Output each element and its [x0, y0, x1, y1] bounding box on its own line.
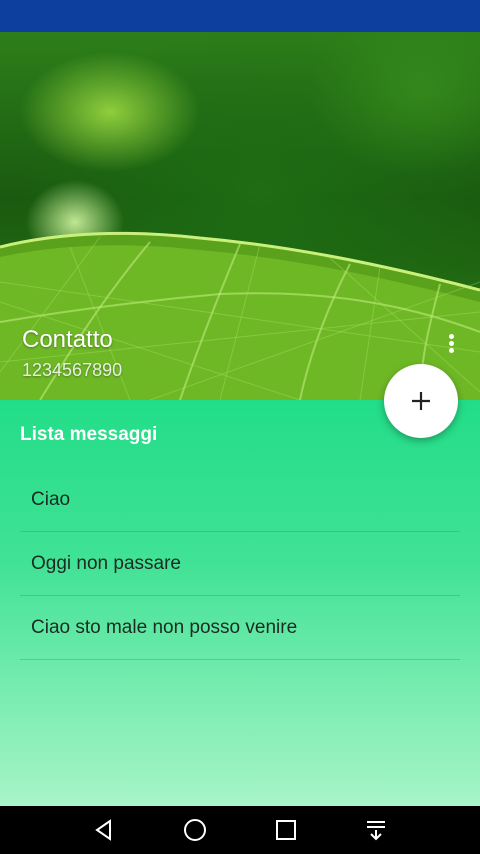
list-item[interactable]: Ciao [20, 468, 460, 532]
list-item[interactable]: Oggi non passare [20, 532, 460, 596]
section-title: Lista messaggi [20, 424, 158, 445]
back-triangle-icon[interactable] [92, 818, 116, 842]
message-list: Ciao Oggi non passare Ciao sto male non … [20, 468, 460, 660]
plus-icon [412, 392, 430, 410]
contact-header: Contatto 1234567890 [0, 32, 480, 400]
add-message-button[interactable] [384, 364, 458, 438]
more-vert-icon[interactable] [440, 332, 462, 358]
message-text: Ciao [31, 488, 71, 510]
message-text: Oggi non passare [31, 552, 181, 574]
messages-section: Lista messaggi Ciao Oggi non passare Cia… [0, 400, 480, 806]
message-text: Ciao sto male non posso venire [31, 616, 298, 638]
navigation-bar [0, 806, 480, 854]
pull-down-icon[interactable] [364, 818, 388, 842]
status-bar [0, 0, 480, 32]
home-circle-icon[interactable] [183, 818, 207, 842]
list-item[interactable]: Ciao sto male non posso venire [20, 596, 460, 660]
contact-name: Contatto [22, 326, 113, 353]
contact-number: 1234567890 [22, 360, 123, 380]
recents-square-icon[interactable] [274, 818, 298, 842]
